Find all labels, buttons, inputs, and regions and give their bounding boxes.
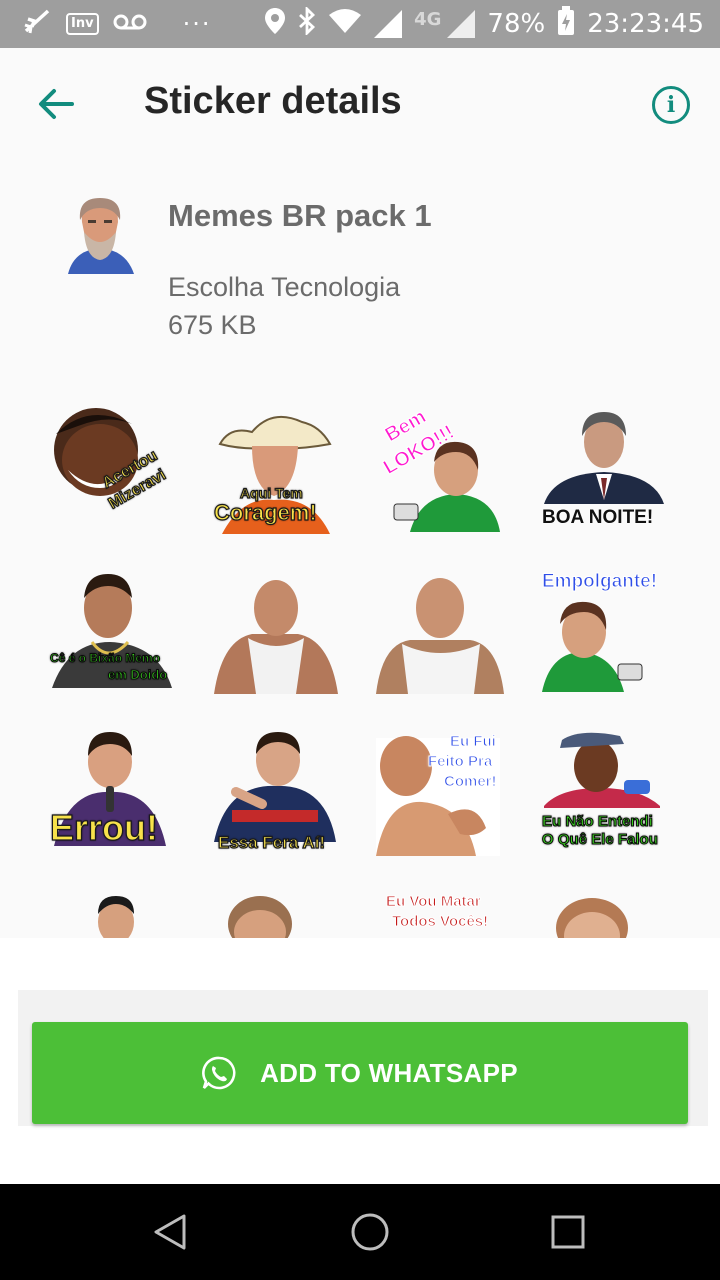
sticker-caption: Errou!	[49, 807, 158, 848]
info-icon[interactable]: i	[652, 86, 690, 124]
add-button-label: ADD TO WHATSAPP	[260, 1057, 518, 1088]
sticker-item[interactable]	[212, 892, 342, 938]
voicemail-icon	[113, 12, 147, 36]
clock: 23:23:45	[587, 9, 704, 39]
add-to-whatsapp-button[interactable]: ADD TO WHATSAPP	[32, 1022, 688, 1124]
whatsapp-icon	[202, 1056, 236, 1090]
sticker-item[interactable]: Eu Vou Matar Todos Vocês!	[376, 892, 506, 938]
sticker-item[interactable]: Essa Fera Aí!	[212, 730, 342, 860]
sticker-item[interactable]: Cê é o Bixão Memo em Doido	[48, 568, 178, 698]
sticker-item[interactable]	[48, 892, 178, 938]
sticker-caption: Eu Não Entendi	[542, 813, 654, 830]
location-icon	[264, 7, 286, 42]
sticker-caption: Cê é o Bixão Memo	[49, 651, 161, 665]
nav-home-icon[interactable]	[344, 1206, 396, 1258]
bluetooth-icon	[298, 5, 316, 42]
bearded-man-tray-icon	[64, 194, 136, 274]
nav-back-icon[interactable]	[144, 1206, 196, 1258]
sticker-caption: Eu Vou Matar	[386, 893, 482, 910]
signal-icon	[374, 10, 403, 38]
sticker-image	[556, 898, 628, 938]
sticker-caption: Coragem!	[213, 500, 317, 525]
sticker-caption: Empolgante!	[541, 571, 658, 592]
sticker-item[interactable]	[212, 568, 342, 698]
sticker-caption: Aqui Tem	[239, 485, 303, 501]
battery-icon	[557, 5, 575, 43]
status-bar: Inv ··· 4G 78% 23:23:45	[0, 0, 720, 48]
sticker-caption: em Doido	[107, 667, 168, 682]
sticker-caption: Feito Pra	[427, 753, 493, 770]
app-bar: Sticker details i	[0, 48, 720, 160]
sticker-item[interactable]: Eu Não Entendi O Quê Ele Falou	[540, 730, 670, 860]
sticker-caption: Todos Vocês!	[391, 913, 489, 930]
sticker-image	[228, 896, 292, 938]
sticker-item[interactable]: Eu Fui Feito Pra Comer!	[376, 730, 506, 860]
arrow-back-icon[interactable]	[30, 84, 82, 124]
sticker-item[interactable]: Errou!	[48, 730, 178, 860]
sticker-item[interactable]	[376, 568, 506, 698]
pack-size: 675 KB	[168, 310, 257, 340]
missed-call-icon	[22, 7, 52, 41]
page-title: Sticker details	[144, 80, 402, 122]
wifi-icon	[328, 8, 362, 41]
nav-recents-icon[interactable]	[542, 1206, 594, 1258]
sticker-item[interactable]: Acertou Mizeravi	[48, 404, 178, 534]
sticker-caption: Comer!	[444, 773, 498, 790]
pack-publisher: Escolha Tecnologia	[168, 272, 401, 302]
sticker-image	[376, 578, 504, 694]
sticker-item[interactable]: Bem LOKO!!!	[376, 404, 506, 534]
sticker-image	[214, 580, 338, 694]
sticker-caption: BOA NOITE!	[542, 507, 654, 528]
more-icon: ···	[182, 10, 212, 38]
sticker-caption: Eu Fui	[450, 733, 497, 750]
sticker-grid: Acertou Mizeravi Aqui Tem Coragem! Bem L…	[0, 390, 720, 938]
sticker-item[interactable]: Empolgante!	[540, 568, 670, 698]
inv-app-icon: Inv	[66, 13, 99, 35]
pack-info: Memes BR pack 1 Escolha Tecnologia 675 K…	[0, 180, 720, 370]
sticker-image	[98, 896, 134, 938]
pack-name: Memes BR pack 1	[168, 198, 432, 233]
sticker-caption: O Quê Ele Falou	[542, 831, 659, 848]
sticker-caption: Essa Fera Aí!	[217, 833, 326, 852]
sticker-item[interactable]: BOA NOITE!	[540, 404, 670, 534]
sticker-item[interactable]: Aqui Tem Coragem!	[212, 404, 342, 534]
navigation-bar	[0, 1184, 720, 1280]
sticker-item[interactable]	[540, 892, 670, 938]
signal-4g-icon: 4G	[414, 8, 442, 30]
battery-percent: 78%	[487, 9, 546, 39]
